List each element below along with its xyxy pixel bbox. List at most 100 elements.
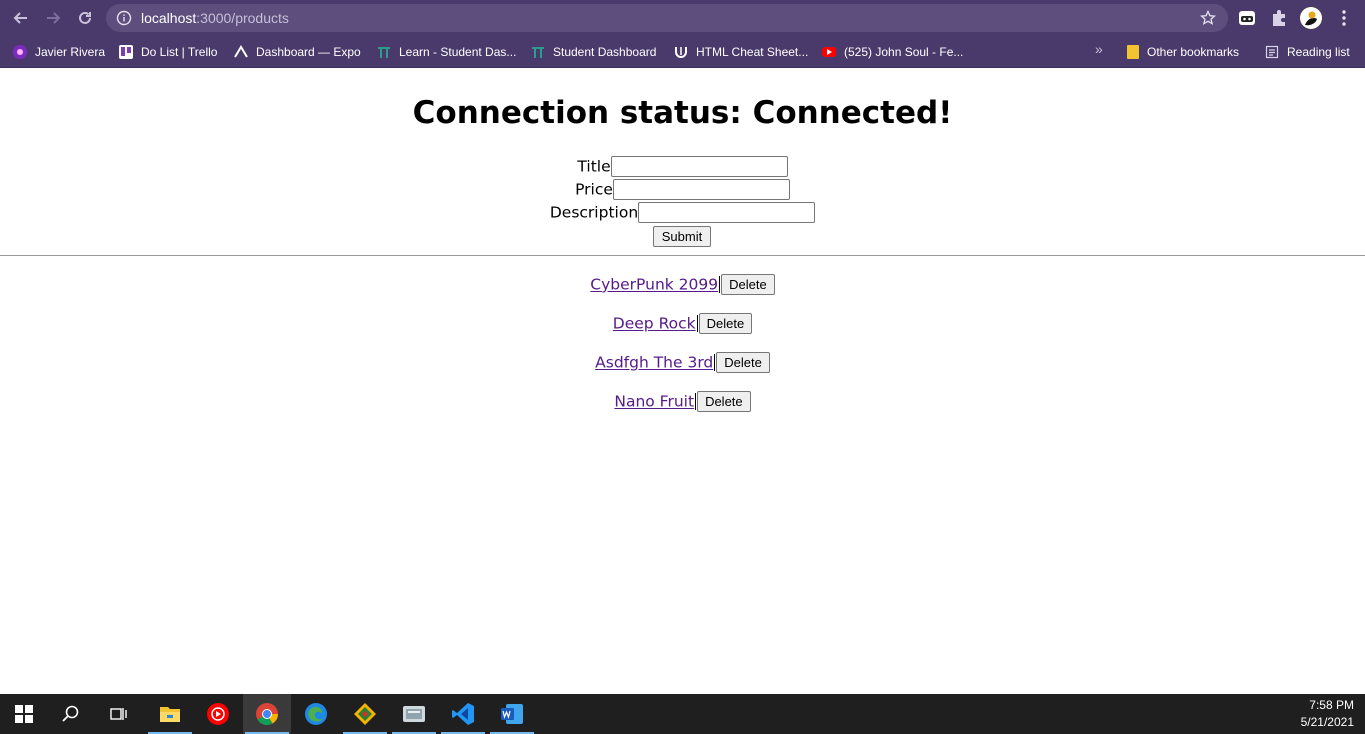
bookmark-label: Student Dashboard [553, 45, 657, 59]
product-item: Deep Rock Delete [0, 313, 1365, 335]
word-icon [501, 704, 523, 724]
page-content: Connection status: Connected! Title Pric… [0, 69, 1365, 694]
bookmark-label: Do List | Trello [141, 45, 218, 59]
description-row: Description [0, 202, 1365, 224]
text-cursor [695, 393, 697, 410]
bookmark-label: (525) John Soul - Fe... [844, 45, 964, 59]
twitch-icon [13, 45, 27, 59]
bookmark-html-cheat-sheet[interactable]: HTML Cheat Sheet... [674, 42, 808, 62]
title-label: Title [577, 157, 611, 176]
product-link[interactable]: Nano Fruit [614, 393, 694, 411]
price-label: Price [575, 180, 613, 199]
bookmark-label: Learn - Student Das... [399, 45, 517, 59]
task-view-button[interactable] [95, 694, 143, 734]
delete-button[interactable]: Delete [716, 352, 770, 373]
profile-avatar[interactable] [1300, 7, 1322, 29]
bookmark-javier-rivera[interactable]: Javier Rivera [13, 42, 105, 62]
unicorn-icon [674, 45, 688, 59]
chrome-icon [256, 703, 278, 725]
gitkraken-icon [354, 703, 376, 725]
gate-icon [377, 45, 391, 59]
product-link[interactable]: Deep Rock [613, 315, 696, 333]
youtube-music-icon [207, 703, 229, 725]
chrome-button[interactable] [243, 694, 291, 734]
app-button[interactable] [390, 694, 438, 734]
url-text: localhost:3000/products [141, 10, 289, 26]
delete-button[interactable]: Delete [721, 274, 775, 295]
bookmark-student-dashboard[interactable]: Student Dashboard [531, 42, 656, 62]
url-path: :3000/products [196, 10, 289, 26]
reload-button[interactable] [73, 6, 97, 30]
bookmark-learn-student-dashboard[interactable]: Learn - Student Das... [377, 42, 516, 62]
edge-button[interactable] [292, 694, 340, 734]
page-title: Connection status: Connected! [412, 95, 953, 131]
file-explorer-icon [160, 707, 180, 722]
youtube-music-button[interactable] [194, 694, 242, 734]
windows-taskbar: 7:58 PM 5/21/2021 [0, 694, 1365, 734]
start-icon [15, 705, 33, 723]
extensions-puzzle-icon[interactable] [1269, 8, 1289, 28]
reload-icon [79, 11, 91, 24]
bookmark-label: Javier Rivera [35, 45, 106, 59]
clock-time: 7:58 PM [1309, 698, 1354, 712]
reading-list-button[interactable]: Reading list [1265, 42, 1350, 62]
description-input[interactable] [638, 202, 816, 223]
bookmark-trello[interactable]: Do List | Trello [119, 42, 217, 62]
text-cursor [719, 276, 721, 293]
address-bar[interactable]: localhost:3000/products [106, 4, 1228, 32]
start-button[interactable] [0, 694, 48, 734]
title-input[interactable] [610, 156, 788, 177]
browser-toolbar: localhost:3000/products [0, 0, 1365, 36]
vscode-icon [452, 703, 474, 725]
other-bookmarks-label: Other bookmarks [1147, 45, 1240, 59]
horizontal-rule [0, 255, 1365, 256]
youtube-icon [822, 47, 836, 57]
task-view-icon [110, 708, 127, 720]
extension-mask-icon[interactable] [1237, 8, 1257, 28]
forward-button[interactable] [41, 6, 65, 30]
other-bookmarks-folder[interactable]: Other bookmarks [1127, 42, 1239, 62]
vscode-button[interactable] [439, 694, 487, 734]
title-row: Title [0, 156, 1365, 178]
submit-button[interactable]: Submit [653, 226, 711, 247]
gitkraken-button[interactable] [341, 694, 389, 734]
app-icon [403, 706, 425, 722]
url-host: localhost [141, 10, 197, 26]
text-cursor [714, 354, 716, 371]
bookmark-youtube-john-soul[interactable]: (525) John Soul - Fe... [822, 42, 963, 62]
product-link[interactable]: Asdfgh The 3rd [595, 354, 713, 372]
system-clock[interactable]: 7:58 PM 5/21/2021 [1301, 697, 1354, 731]
bookmark-label: Dashboard — Expo [256, 45, 361, 59]
forward-arrow-icon [47, 12, 61, 24]
product-link[interactable]: CyberPunk 2099 [590, 276, 718, 294]
bookmark-star-icon[interactable] [1200, 10, 1216, 26]
back-button[interactable] [9, 6, 33, 30]
search-icon [62, 705, 79, 722]
info-icon[interactable] [116, 10, 132, 26]
price-input[interactable] [612, 179, 790, 200]
file-explorer-button[interactable] [146, 694, 194, 734]
reading-list-label: Reading list [1287, 45, 1350, 59]
delete-button[interactable]: Delete [697, 391, 751, 412]
avatar-icon [1300, 7, 1322, 29]
trello-icon [119, 45, 133, 59]
bookmarks-overflow-chevron-icon[interactable]: » [1095, 41, 1103, 57]
kebab-menu-icon[interactable] [1334, 8, 1354, 28]
search-button[interactable] [47, 694, 95, 734]
bookmark-label: HTML Cheat Sheet... [696, 45, 809, 59]
folder-icon [1127, 45, 1139, 59]
delete-button[interactable]: Delete [698, 313, 753, 334]
edge-icon [305, 703, 327, 725]
reading-list-icon [1265, 45, 1279, 59]
clock-date: 5/21/2021 [1300, 715, 1354, 729]
product-item: Nano Fruit Delete [0, 391, 1365, 413]
text-cursor [696, 315, 698, 332]
word-button[interactable] [488, 694, 536, 734]
bookmark-expo[interactable]: Dashboard — Expo [234, 42, 361, 62]
back-arrow-icon [13, 12, 27, 24]
product-item: CyberPunk 2099 Delete [0, 274, 1365, 296]
expo-icon [234, 45, 248, 59]
product-item: Asdfgh The 3rd Delete [0, 352, 1365, 374]
price-row: Price [0, 179, 1365, 201]
gate-icon [531, 45, 545, 59]
